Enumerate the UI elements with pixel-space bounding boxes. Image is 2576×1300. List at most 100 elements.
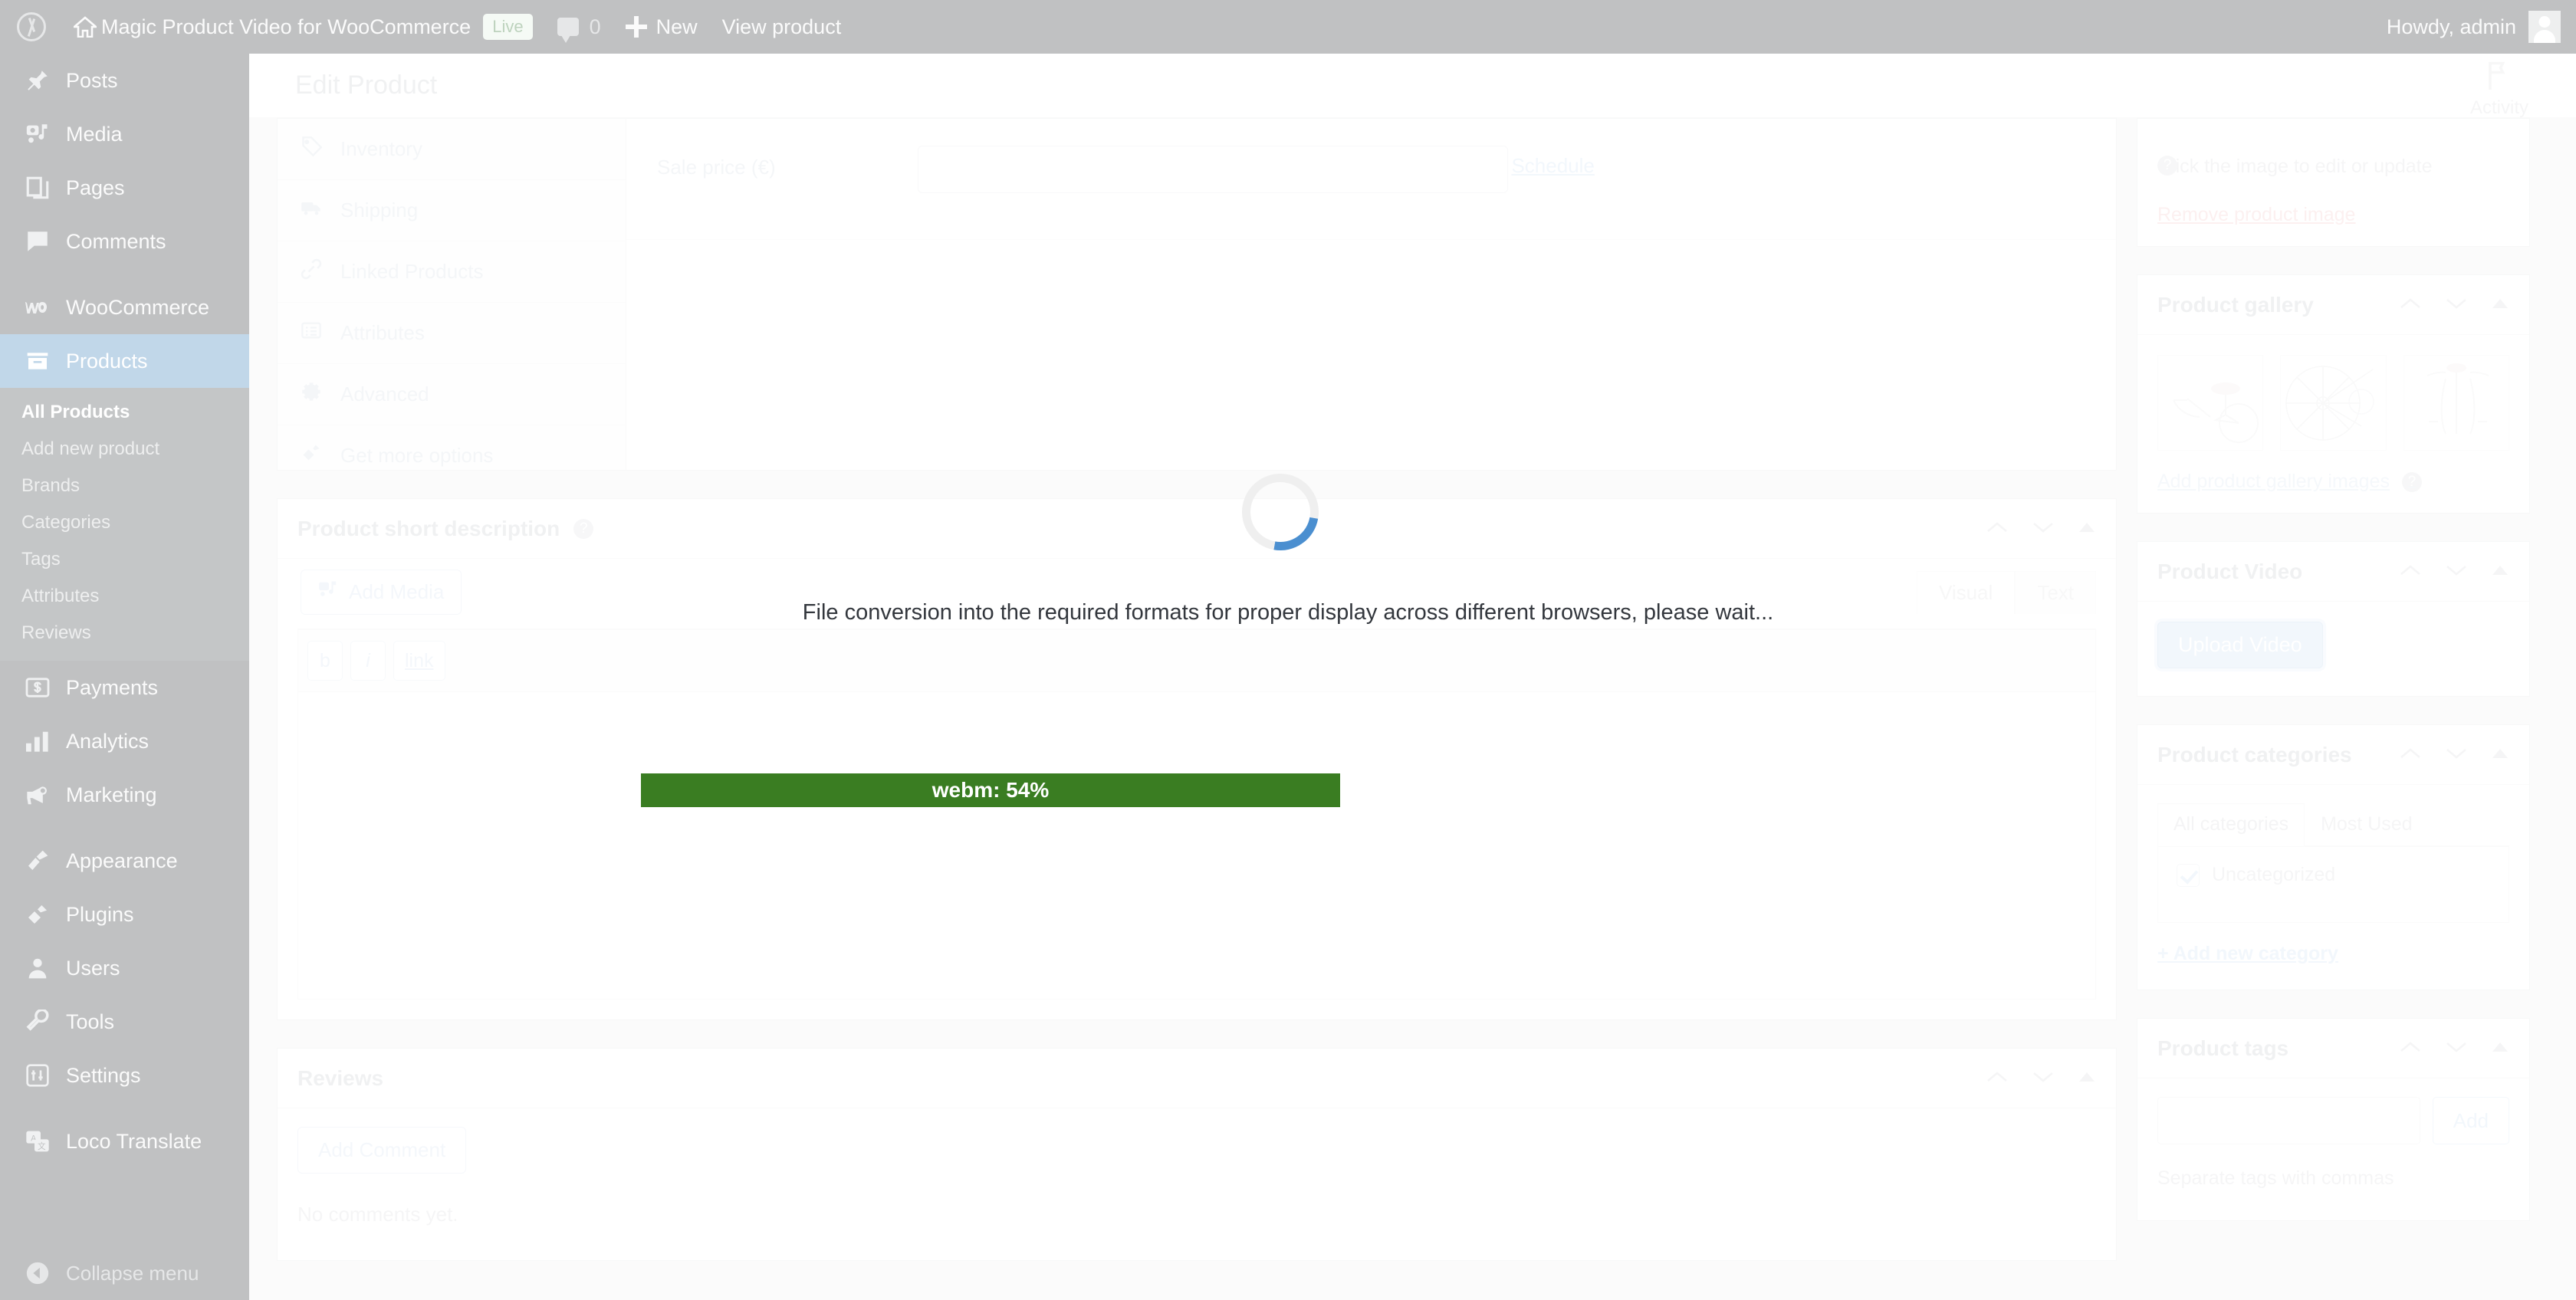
sidebar-item-media[interactable]: Media [0, 107, 249, 161]
chevron-down-icon[interactable] [2445, 747, 2468, 764]
new-label: New [656, 15, 698, 38]
sidebar-item-comments[interactable]: Comments [0, 215, 249, 268]
sidebar-item-categories[interactable]: Categories [0, 504, 249, 541]
conversion-message: File conversion into the required format… [802, 600, 1774, 625]
tag-input-row: Add [2157, 1097, 2509, 1144]
tab-inventory[interactable]: Inventory [278, 119, 626, 180]
tab-attributes[interactable]: Attributes [278, 303, 626, 364]
chevron-down-icon[interactable] [2445, 1040, 2468, 1058]
comments-bubble-button[interactable]: 0 [545, 0, 613, 54]
collapse-menu-button[interactable]: Collapse menu [0, 1246, 249, 1300]
add-product-gallery-images-link[interactable]: Add product gallery images ? [2157, 471, 2509, 493]
tab-get-more-options[interactable]: Get more options [278, 425, 626, 470]
sidebar-item-tools[interactable]: Tools [0, 995, 249, 1049]
site-name-menu[interactable]: Magic Product Video for WooCommerce Live [61, 0, 545, 54]
tab-most-used[interactable]: Most Used [2305, 803, 2428, 845]
loco-translate-icon: A文 [21, 1128, 54, 1155]
chevron-up-icon[interactable] [2399, 563, 2422, 581]
quicktag-italic-button[interactable]: i [350, 641, 386, 681]
home-icon [74, 16, 97, 38]
activity-toggle[interactable]: Activity [2457, 60, 2542, 119]
product-short-description-panel: Product short description ? Add Media Vi… [277, 498, 2117, 1020]
sidebar-item-products[interactable]: Products [0, 334, 249, 388]
chevron-down-icon[interactable] [2445, 563, 2468, 581]
tab-label: Get more options [340, 444, 494, 467]
sidebar-item-payments[interactable]: Payments [0, 661, 249, 714]
bicycle-saddle-thumb[interactable] [2157, 355, 2264, 451]
quicktag-link-button[interactable]: link [393, 641, 445, 681]
panel-header: Product Video [2137, 542, 2529, 602]
add-tag-button[interactable]: Add [2432, 1097, 2509, 1144]
sidebar-item-label: Appearance [66, 849, 178, 872]
chevron-down-icon[interactable] [2445, 297, 2468, 314]
chevron-up-icon[interactable] [1986, 520, 2009, 538]
add-comment-button[interactable]: Add Comment [297, 1127, 467, 1174]
sidebar-item-label: Comments [66, 229, 166, 253]
chevron-down-icon[interactable] [2032, 1070, 2055, 1088]
category-checkbox[interactable] [2177, 864, 2200, 887]
triangle-up-icon[interactable] [2491, 297, 2509, 314]
triangle-up-icon[interactable] [2491, 1041, 2509, 1057]
reviews-body: Add Comment No comments yet. [278, 1108, 2116, 1260]
triangle-up-icon[interactable] [2078, 1071, 2096, 1087]
panel-divider [626, 238, 2116, 240]
sidebar-item-analytics[interactable]: Analytics [0, 714, 249, 768]
schedule-link[interactable]: Schedule [1511, 154, 1594, 178]
tab-shipping[interactable]: Shipping [278, 180, 626, 241]
new-tag-input[interactable] [2157, 1097, 2420, 1144]
sidebar-item-brands[interactable]: Brands [0, 468, 249, 504]
menu-separator [0, 822, 249, 834]
upload-video-button[interactable]: Upload Video [2157, 622, 2323, 668]
chevron-down-icon[interactable] [2032, 520, 2055, 538]
sidebar-item-all-products[interactable]: All Products [0, 394, 249, 431]
sidebar-item-settings[interactable]: Settings [0, 1049, 249, 1102]
triangle-up-icon[interactable] [2078, 521, 2096, 537]
quicktag-bold-button[interactable]: b [307, 641, 343, 681]
tab-advanced[interactable]: Advanced [278, 364, 626, 425]
tab-all-categories[interactable]: All categories [2157, 803, 2305, 846]
tag-hint: Separate tags with commas [2157, 1167, 2394, 1189]
chevron-up-icon[interactable] [2399, 747, 2422, 764]
wordpress-logo-icon [17, 12, 46, 41]
panel-header: Product short description ? [278, 499, 2116, 559]
sale-price-input[interactable] [918, 145, 1508, 193]
collapse-arrow-icon [21, 1259, 54, 1287]
sidebar-item-posts[interactable]: Posts [0, 54, 249, 107]
help-icon[interactable]: ? [2157, 156, 2177, 176]
menu-separator [0, 1102, 249, 1115]
chevron-up-icon[interactable] [2399, 1040, 2422, 1058]
sidebar-item-users[interactable]: Users [0, 941, 249, 995]
account-menu[interactable]: Howdy, admin [2387, 11, 2576, 43]
product-categories-panel: Product categories All categories Most U… [2137, 724, 2530, 990]
settings-icon [21, 1062, 54, 1089]
short-description-textarea[interactable] [298, 692, 2095, 999]
sidebar-item-pages[interactable]: Pages [0, 161, 249, 215]
sidebar-item-plugins[interactable]: Plugins [0, 888, 249, 941]
new-content-menu[interactable]: New [613, 0, 710, 54]
bicycle-wheel-thumb[interactable] [2280, 355, 2387, 451]
page-title: Edit Product [295, 71, 438, 100]
sidebar-item-marketing[interactable]: Marketing [0, 768, 249, 822]
sidebar-item-woocommerce[interactable]: WooCommerce [0, 281, 249, 334]
panel-header: Product gallery [2137, 275, 2529, 335]
gallery-thumbnails [2157, 355, 2509, 451]
triangle-up-icon[interactable] [2491, 747, 2509, 763]
view-product-link[interactable]: View product [710, 0, 854, 54]
main-column: Inventory Shipping Linked Products Attri… [277, 118, 2117, 1289]
sidebar-item-tags[interactable]: Tags [0, 541, 249, 578]
add-new-category-link[interactable]: + Add new category [2157, 943, 2338, 965]
sidebar-item-appearance[interactable]: Appearance [0, 834, 249, 888]
sidebar-item-loco-translate[interactable]: A文 Loco Translate [0, 1115, 249, 1168]
help-icon[interactable]: ? [2401, 471, 2422, 492]
remove-product-image-link[interactable]: Remove product image [2157, 204, 2509, 226]
sidebar-item-add-new-product[interactable]: Add new product [0, 431, 249, 468]
product-image-hint: Click the image to edit or update [2157, 156, 2433, 177]
tag-icon [301, 136, 331, 162]
triangle-up-icon[interactable] [2491, 564, 2509, 580]
chevron-up-icon[interactable] [1986, 1070, 2009, 1088]
bicycle-front-thumb[interactable] [2403, 355, 2509, 451]
tab-linked-products[interactable]: Linked Products [278, 241, 626, 303]
chevron-up-icon[interactable] [2399, 297, 2422, 314]
help-icon[interactable]: ? [573, 518, 594, 539]
wordpress-logo-button[interactable] [0, 0, 61, 54]
